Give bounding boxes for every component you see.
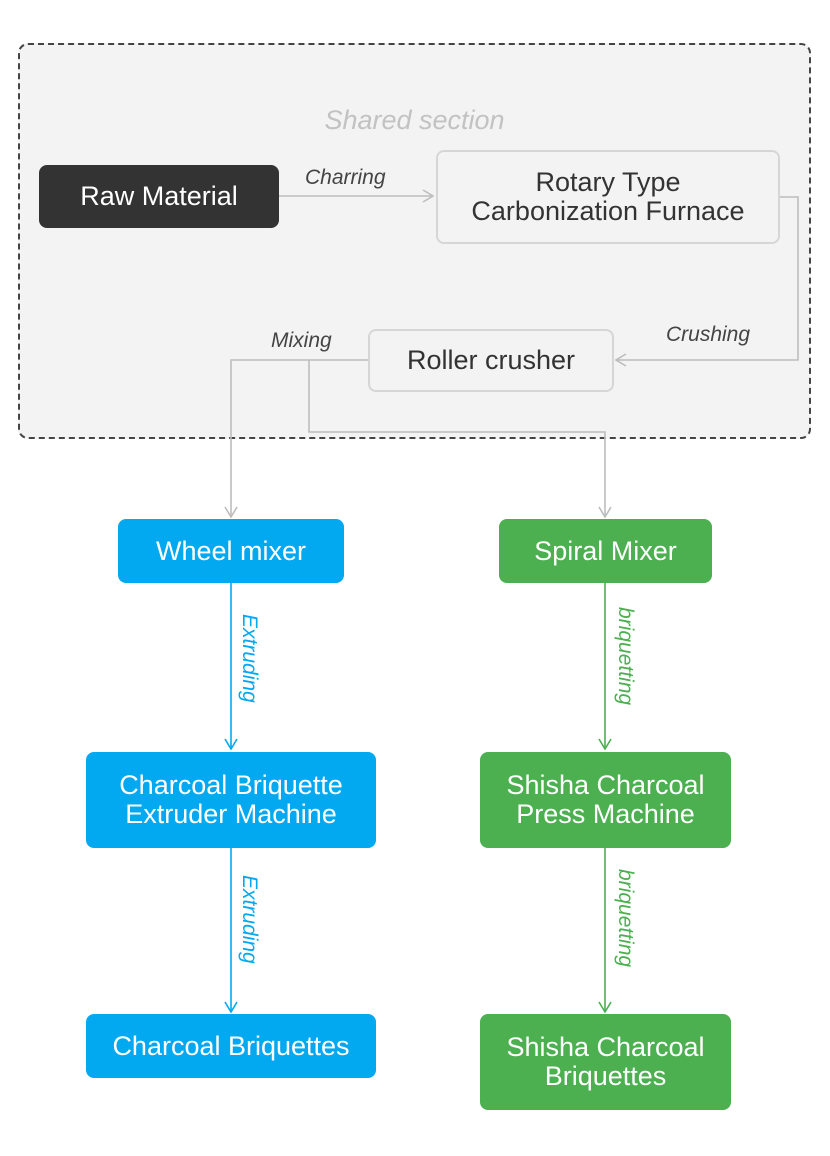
node-label: Rotary Type Carbonization Furnace: [471, 167, 745, 226]
node-label: Raw Material: [80, 181, 238, 211]
edge-mixing-wheel: [231, 359, 368, 517]
edge-label-charring: Charring: [305, 166, 386, 189]
node-label: Shisha Charcoal Press Machine: [506, 770, 705, 829]
edge-label-extruding-1: Extruding: [238, 614, 261, 703]
node-shisha-press-machine[interactable]: Shisha Charcoal Press Machine: [480, 752, 731, 848]
edge-label-briquetting-2: briquetting: [614, 869, 637, 968]
edge-label-extruding-2: Extruding: [238, 875, 261, 964]
edge-label-mixing: Mixing: [271, 329, 332, 352]
node-label: Charcoal Briquettes: [112, 1030, 350, 1061]
edge-label-briquetting-1: briquetting: [614, 607, 637, 706]
node-extruder-machine[interactable]: Charcoal Briquette Extruder Machine: [86, 752, 376, 848]
node-label: Shisha Charcoal Briquettes: [506, 1032, 705, 1091]
node-spiral-mixer[interactable]: Spiral Mixer: [499, 519, 712, 583]
node-label: Spiral Mixer: [534, 535, 677, 566]
node-raw-material[interactable]: Raw Material: [39, 165, 279, 228]
edge-label-crushing: Crushing: [666, 323, 751, 346]
node-charcoal-briquettes[interactable]: Charcoal Briquettes: [86, 1014, 376, 1078]
node-label: Roller crusher: [406, 345, 576, 375]
node-wheel-mixer[interactable]: Wheel mixer: [118, 519, 344, 583]
node-carbonization-furnace[interactable]: Rotary Type Carbonization Furnace: [436, 150, 780, 244]
node-shisha-charcoal-briquettes[interactable]: Shisha Charcoal Briquettes: [480, 1014, 731, 1110]
node-roller-crusher[interactable]: Roller crusher: [368, 329, 614, 392]
node-label: Charcoal Briquette Extruder Machine: [119, 770, 343, 829]
node-label: Wheel mixer: [155, 535, 307, 566]
